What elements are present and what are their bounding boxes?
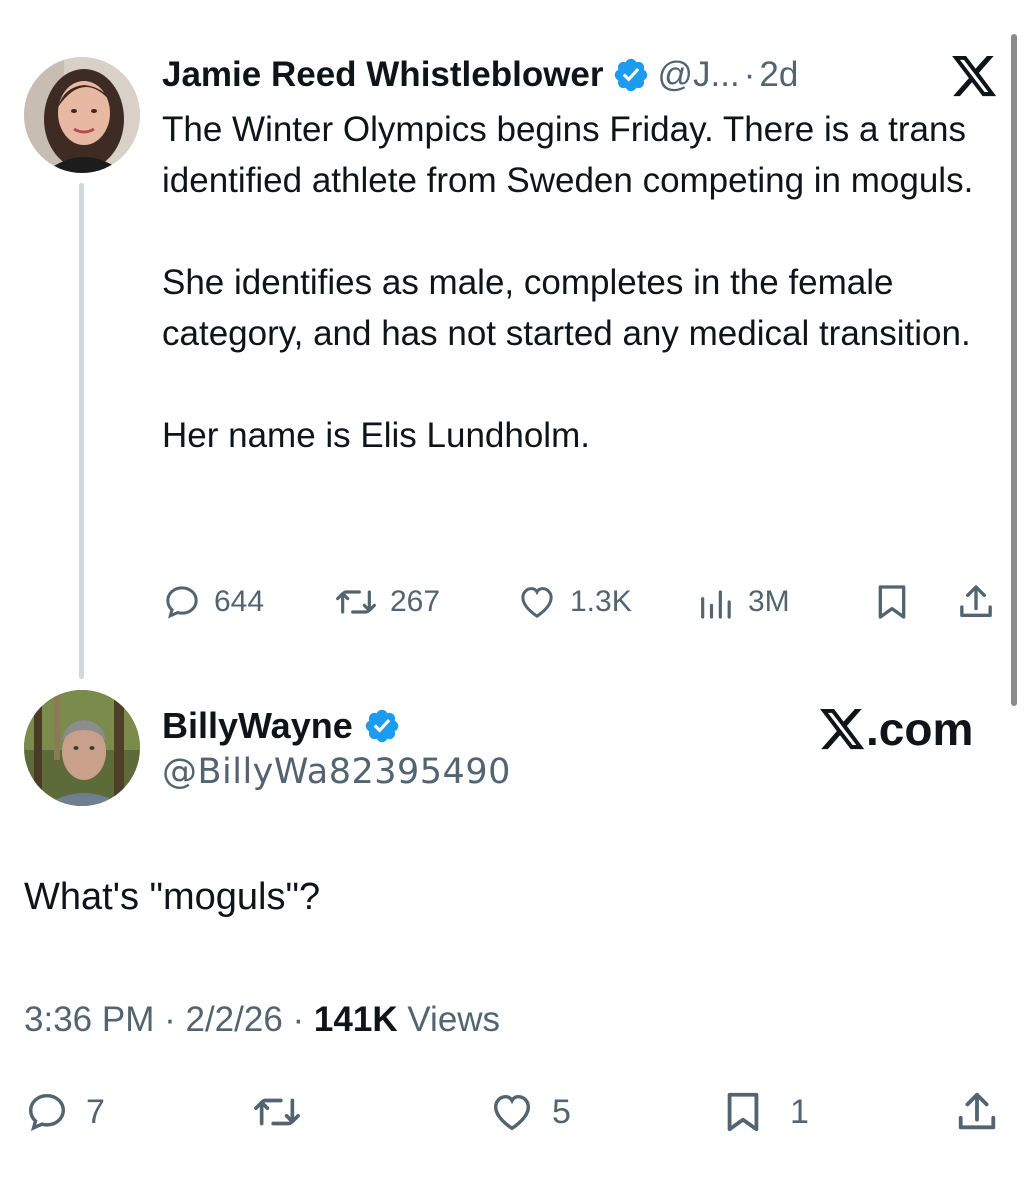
reply-header: BillyWayne bbox=[162, 702, 401, 750]
separator-dot: · bbox=[164, 1000, 176, 1039]
reply-views-label: Views bbox=[407, 1000, 501, 1039]
x-logo-icon bbox=[952, 56, 998, 98]
like-count: 5 bbox=[552, 1092, 571, 1131]
reply-author-handle[interactable]: @BillyWa82395490 bbox=[162, 752, 511, 792]
reply-icon bbox=[162, 582, 202, 622]
x-com-label: .com bbox=[866, 703, 974, 755]
share-icon bbox=[956, 582, 996, 622]
x-com-watermark: .com bbox=[820, 702, 973, 756]
reply-count: 7 bbox=[86, 1092, 105, 1131]
heart-icon bbox=[516, 582, 558, 622]
views-count: 3M bbox=[748, 585, 790, 618]
reply-metadata: 3:36 PM · 2/2/26 · 141K Views bbox=[24, 1000, 500, 1040]
verified-badge-icon bbox=[612, 56, 650, 94]
bookmark-icon bbox=[722, 1089, 764, 1135]
verified-badge-icon bbox=[363, 707, 401, 745]
analytics-icon bbox=[696, 582, 736, 622]
bookmark-button[interactable]: 1 bbox=[722, 1088, 809, 1136]
share-button[interactable] bbox=[954, 1088, 1000, 1136]
reply-count: 644 bbox=[214, 585, 265, 618]
reply-time[interactable]: 3:36 PM bbox=[24, 1000, 154, 1039]
tweet-actions: 644 267 1.3K 3M bbox=[162, 578, 1002, 626]
author-avatar[interactable] bbox=[24, 57, 140, 173]
reply-actions: 7 5 1 bbox=[0, 1088, 1026, 1136]
reply-button[interactable]: 7 bbox=[24, 1088, 105, 1136]
author-handle[interactable]: @J... bbox=[658, 52, 740, 98]
bookmark-icon bbox=[874, 582, 910, 622]
reply-date[interactable]: 2/2/26 bbox=[185, 1000, 282, 1039]
bookmark-count: 1 bbox=[790, 1092, 809, 1131]
share-icon bbox=[954, 1089, 1000, 1135]
tweet-time[interactable]: 2d bbox=[759, 52, 798, 98]
tweet-header: Jamie Reed Whistleblower @J... · 2d bbox=[162, 52, 798, 98]
reply-text: What's "moguls"? bbox=[24, 876, 321, 918]
tweet-paragraph: She identifies as male, completes in the… bbox=[162, 263, 971, 353]
bookmark-button[interactable] bbox=[874, 578, 910, 626]
heart-icon bbox=[488, 1089, 536, 1135]
repost-count: 267 bbox=[390, 585, 441, 618]
tweet-text: The Winter Olympics begins Friday. There… bbox=[162, 104, 1012, 461]
like-button[interactable]: 5 bbox=[488, 1088, 571, 1136]
thread-connector-line bbox=[79, 183, 84, 679]
reply-author-avatar[interactable] bbox=[24, 690, 140, 806]
reply-author-name[interactable]: BillyWayne bbox=[162, 705, 353, 747]
views-button[interactable]: 3M bbox=[696, 578, 790, 626]
separator-dot: · bbox=[292, 1000, 305, 1039]
x-logo-icon bbox=[820, 708, 866, 750]
reply-button[interactable]: 644 bbox=[162, 578, 264, 626]
repost-icon bbox=[252, 1089, 302, 1135]
tweet-paragraph: The Winter Olympics begins Friday. There… bbox=[162, 110, 974, 200]
like-count: 1.3K bbox=[570, 585, 632, 618]
repost-button[interactable] bbox=[252, 1088, 302, 1136]
like-button[interactable]: 1.3K bbox=[516, 578, 632, 626]
share-button[interactable] bbox=[956, 578, 996, 626]
separator-dot: · bbox=[743, 55, 756, 94]
repost-icon bbox=[334, 582, 378, 622]
reply-icon bbox=[24, 1089, 70, 1135]
author-name[interactable]: Jamie Reed Whistleblower bbox=[162, 52, 604, 98]
repost-button[interactable]: 267 bbox=[334, 578, 440, 626]
reply-views-count: 141K bbox=[313, 1000, 398, 1039]
tweet-paragraph: Her name is Elis Lundholm. bbox=[162, 416, 590, 455]
